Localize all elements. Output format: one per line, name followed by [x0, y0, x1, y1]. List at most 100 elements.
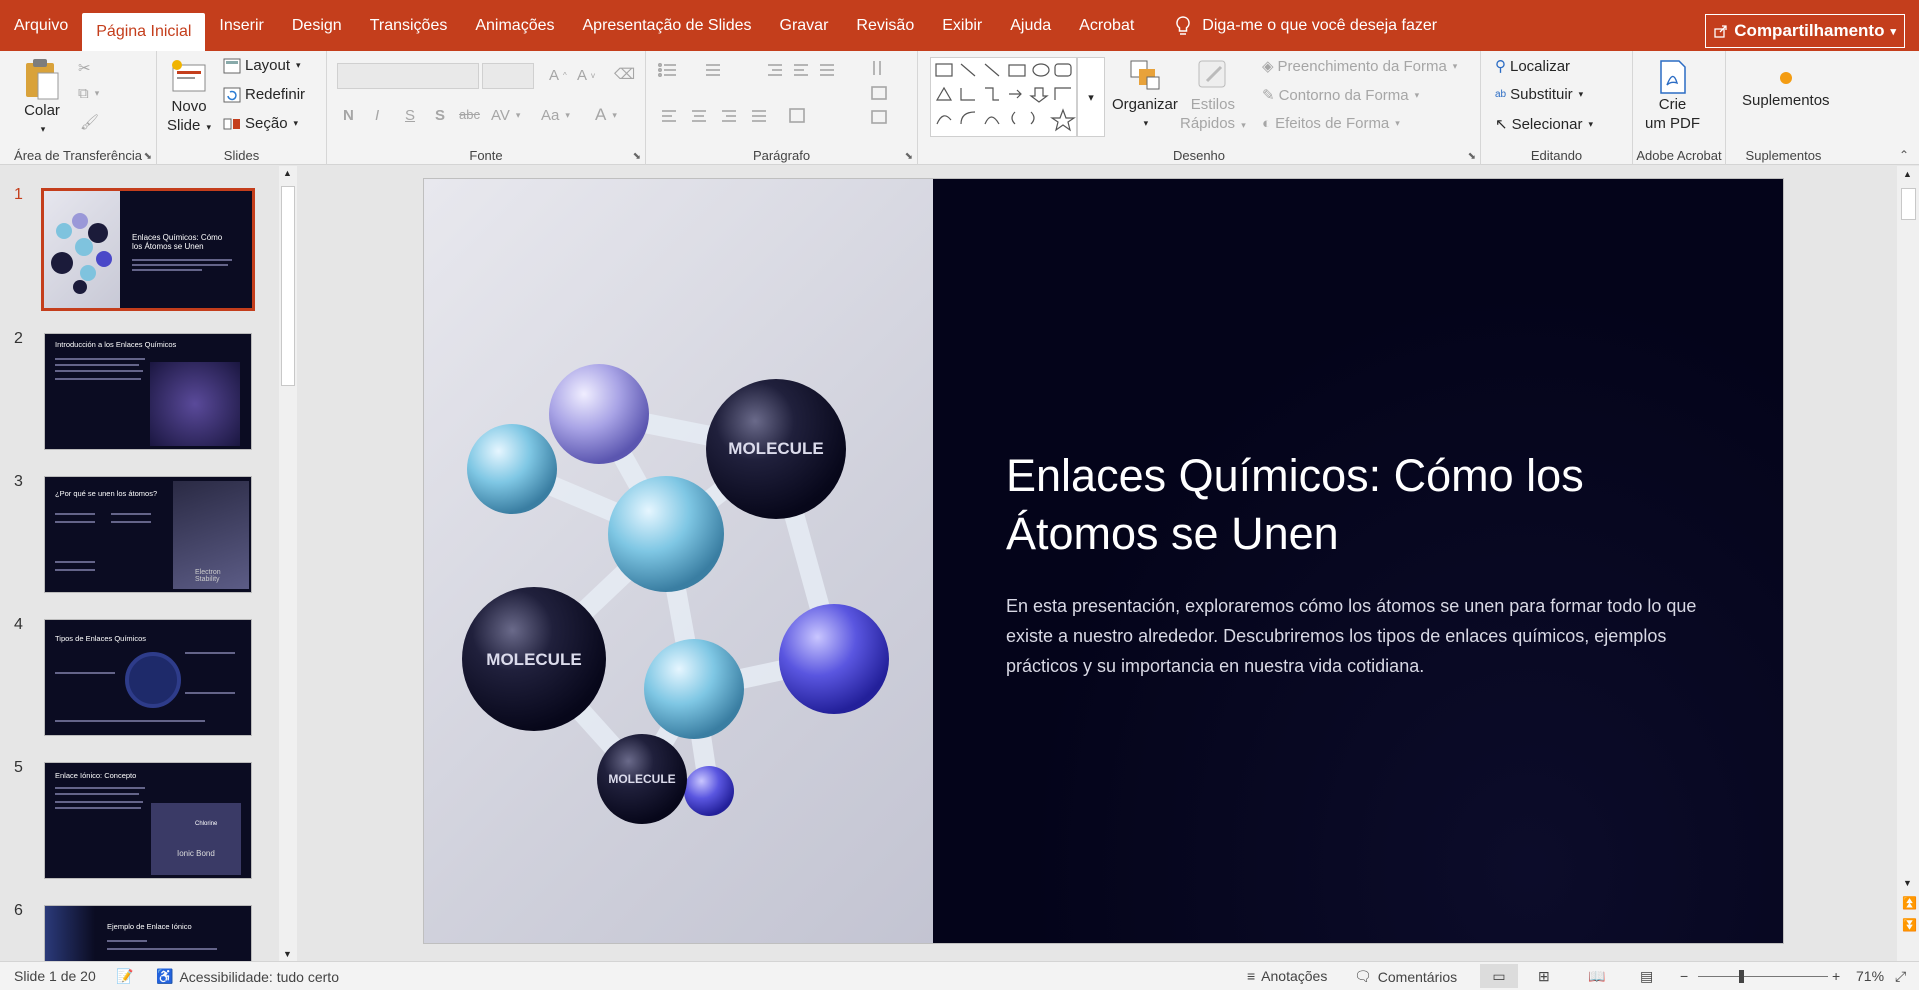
shape-fill-button[interactable]: ◈ Preenchimento da Forma ▾ [1262, 57, 1457, 76]
group-drawing: ▾ Organizar ▾ Estilos Rápidos ▾ ◈ Preench… [918, 51, 1481, 165]
change-case-button[interactable]: Aa ▾ [541, 107, 570, 124]
reset-button[interactable]: Redefinir [223, 86, 305, 103]
dialog-launcher-icon[interactable]: ⬊ [633, 151, 641, 162]
bold-button[interactable]: N [343, 107, 354, 124]
tab-acrobat[interactable]: Acrobat [1065, 0, 1148, 51]
scrollbar-thumb[interactable] [281, 186, 295, 386]
create-pdf-button[interactable]: Crie um PDF [1645, 59, 1700, 133]
scroll-up-icon[interactable]: ▲ [1903, 169, 1912, 179]
cut-icon[interactable]: ✂ [78, 59, 91, 77]
thumbnail-text-line [132, 259, 232, 261]
scroll-down-icon[interactable]: ▼ [1903, 878, 1912, 888]
increase-font-icon[interactable]: A ^ [549, 67, 567, 84]
shape-effects-button[interactable]: ◐ Efeitos de Forma ▾ [1262, 115, 1400, 132]
notes-button[interactable]: ≡ Anotações [1247, 968, 1327, 984]
tab-design[interactable]: Design [278, 0, 356, 51]
thumbnail-number: 4 [14, 616, 23, 633]
section-button[interactable]: Seção ▾ [223, 115, 298, 132]
copy-icon[interactable]: ⧉ ▾ [78, 85, 99, 102]
thumbnail-slide-5[interactable]: Enlace Iónico: Concepto Chlorine Ionic B… [44, 762, 252, 879]
molecule-illustration: MOLECULE MOLECULE MOLECULE [462, 364, 889, 824]
current-slide[interactable]: MOLECULE MOLECULE MOLECULE Enlaces Quími… [423, 178, 1784, 944]
spell-check-icon[interactable]: 📝 [116, 968, 133, 985]
font-size-input[interactable] [482, 63, 534, 89]
thumbnails-scrollbar[interactable]: ▲ ▼ [279, 166, 297, 961]
group-label-editing: Editando [1530, 148, 1583, 163]
tab-inserir[interactable]: Inserir [205, 0, 277, 51]
scrollbar-thumb[interactable] [1901, 188, 1916, 220]
reading-view-icon[interactable]: 📖 [1588, 968, 1605, 985]
tab-animacoes[interactable]: Animações [461, 0, 568, 51]
tab-revisao[interactable]: Revisão [842, 0, 928, 51]
dialog-launcher-icon[interactable]: ⬊ [144, 151, 152, 162]
zoom-slider[interactable] [1698, 970, 1828, 983]
tab-exibir[interactable]: Exibir [928, 0, 996, 51]
pen-icon: ✎ [1262, 87, 1275, 104]
shapes-more-button[interactable]: ▾ [1077, 57, 1105, 137]
shape-outline-button[interactable]: ✎ Contorno da Forma ▾ [1262, 86, 1419, 105]
tab-apresentacao[interactable]: Apresentação de Slides [569, 0, 766, 51]
strikethrough-button[interactable]: abc [459, 107, 480, 122]
paste-label: Colar [24, 102, 60, 119]
tab-arquivo[interactable]: Arquivo [0, 0, 82, 51]
thumbnail-number: 6 [14, 902, 23, 919]
find-button[interactable]: ⚲ Localizar [1495, 57, 1570, 76]
accessibility-button[interactable]: ♿ Acessibilidade: tudo certo [156, 968, 339, 985]
tab-gravar[interactable]: Gravar [766, 0, 843, 51]
fit-to-window-icon[interactable]: ⤢ [1895, 968, 1906, 985]
normal-view-icon[interactable]: ▭ [1480, 964, 1518, 988]
scroll-down-icon[interactable]: ▼ [283, 949, 292, 959]
molecule-label: MOLECULE [728, 439, 823, 458]
select-button[interactable]: ↖ Selecionar ▾ [1495, 115, 1593, 134]
chevron-down-icon: ▾ [1890, 25, 1896, 38]
change-case-label: Aa [541, 107, 560, 124]
slide-sorter-icon[interactable]: ⊞ [1538, 968, 1550, 985]
font-name-input[interactable] [337, 63, 479, 89]
slide-title[interactable]: Enlaces Químicos: Cómo los Átomos se Une… [1006, 447, 1706, 563]
thumbnail-slide-1[interactable]: Enlaces Químicos: Cómo los Átomos se Une… [41, 188, 255, 311]
slide-scrollbar[interactable]: ▲ ▼ ⏫ ⏬ [1897, 166, 1919, 961]
tab-transicoes[interactable]: Transições [356, 0, 462, 51]
italic-button[interactable]: I [375, 107, 379, 124]
comments-button[interactable]: 🗨 Comentários [1354, 968, 1457, 985]
tab-pagina-inicial[interactable]: Página Inicial [82, 13, 206, 51]
dialog-launcher-icon[interactable]: ⬊ [1468, 151, 1476, 162]
char-spacing-button[interactable]: AV ▾ [491, 107, 520, 124]
thumbnail-slide-3[interactable]: ¿Por qué se unen los átomos? Electron St… [44, 476, 252, 593]
thumbnail-slide-2[interactable]: Introducción a los Enlaces Químicos [44, 333, 252, 450]
zoom-slider-thumb[interactable] [1739, 970, 1744, 983]
slideshow-icon[interactable]: ▤ [1640, 968, 1653, 985]
thumbnail-slide-6[interactable]: Ejemplo de Enlace Iónico [44, 905, 252, 961]
zoom-out-icon[interactable]: − [1680, 968, 1688, 984]
tell-me-search[interactable]: Diga-me o que você deseja fazer [1174, 0, 1437, 51]
thumbnail-image [151, 803, 241, 875]
dialog-launcher-icon[interactable]: ⬊ [905, 151, 913, 162]
shadow-button[interactable]: S [435, 107, 445, 124]
underline-button[interactable]: S [405, 107, 415, 124]
zoom-level[interactable]: 71% [1856, 968, 1884, 984]
quick-styles-button[interactable]: Estilos Rápidos ▾ [1180, 57, 1246, 135]
decrease-font-icon[interactable]: Av [577, 67, 595, 84]
tab-ajuda[interactable]: Ajuda [996, 0, 1065, 51]
addins-button[interactable]: Suplementos [1742, 65, 1830, 110]
effects-icon: ◐ [1262, 115, 1272, 132]
thumbnail-title: Enlace Iónico: Concepto [55, 771, 137, 780]
thumbnail-text-line [107, 940, 147, 942]
next-slide-icon[interactable]: ⏬ [1902, 918, 1917, 932]
replace-button[interactable]: ab Substituir ▾ [1495, 86, 1583, 103]
format-painter-icon[interactable]: 🖌 [80, 113, 99, 131]
scroll-up-icon[interactable]: ▲ [283, 168, 292, 178]
share-button[interactable]: Compartilhamento ▾ [1705, 14, 1905, 48]
clear-format-icon[interactable]: ⌫ [614, 65, 635, 83]
arrange-button[interactable]: Organizar ▾ [1112, 57, 1178, 133]
layout-button[interactable]: Layout ▾ [223, 57, 301, 74]
zoom-in-icon[interactable]: + [1832, 968, 1840, 984]
previous-slide-icon[interactable]: ⏫ [1902, 896, 1917, 910]
slide-body-text[interactable]: En esta presentación, exploraremos cómo … [1006, 591, 1706, 681]
new-slide-button[interactable]: Novo Slide ▾ [167, 57, 211, 137]
collapse-ribbon-icon[interactable]: ⌃ [1899, 148, 1909, 162]
paste-button[interactable]: Colar ▾ [22, 57, 62, 139]
font-color-button[interactable]: A ▾ [595, 105, 617, 125]
shapes-gallery[interactable] [930, 57, 1077, 137]
thumbnail-slide-4[interactable]: Tipos de Enlaces Químicos [44, 619, 252, 736]
